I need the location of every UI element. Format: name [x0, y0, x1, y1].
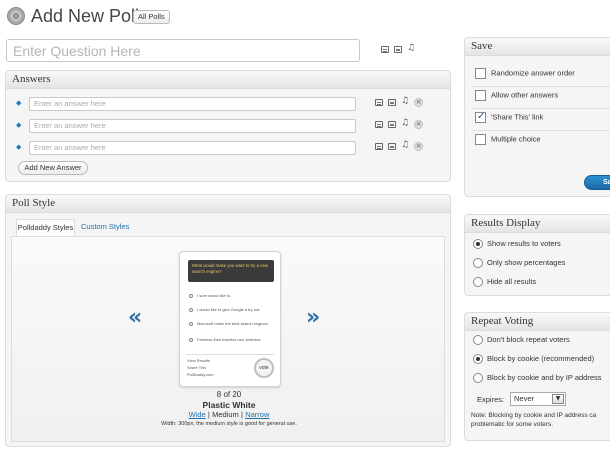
- dont-block-radio[interactable]: [473, 335, 483, 346]
- chevron-down-icon: ▼: [552, 394, 564, 404]
- repeat-voting-note: Note: Blocking by cookie and IP address …: [471, 412, 597, 428]
- drag-handle-icon[interactable]: ◆: [16, 121, 21, 129]
- add-image-icon[interactable]: [388, 143, 396, 151]
- add-image-icon[interactable]: [394, 46, 402, 54]
- add-audio-icon[interactable]: [401, 96, 409, 106]
- next-style-arrow[interactable]: »: [306, 305, 320, 330]
- repeat-none-option[interactable]: Don't block repeat voters: [473, 335, 570, 346]
- style-counter: 8 of 20: [216, 390, 242, 399]
- all-polls-button[interactable]: All Polls: [133, 10, 170, 24]
- results-hide-option[interactable]: Hide all results: [473, 277, 536, 288]
- show-results-radio[interactable]: [473, 239, 483, 250]
- question-media-icons: [381, 43, 420, 54]
- randomize-checkbox[interactable]: [475, 68, 486, 79]
- poll-style-title: Poll Style: [6, 195, 450, 213]
- add-text-icon[interactable]: [375, 99, 383, 107]
- size-wide-link[interactable]: Wide: [189, 410, 206, 419]
- style-width-note: Width: 300px, the medium style is good f…: [161, 421, 297, 427]
- answer-input-2[interactable]: Enter an answer here: [29, 119, 356, 133]
- size-medium-label: Medium: [212, 410, 239, 419]
- multiple-choice-checkbox[interactable]: [475, 134, 486, 145]
- repeat-cookie-option[interactable]: Block by cookie (recommended): [473, 354, 594, 365]
- delete-answer-icon[interactable]: ×: [414, 98, 423, 108]
- only-percent-radio[interactable]: [473, 258, 483, 269]
- block-cookie-radio[interactable]: [473, 354, 483, 365]
- answer-icons: ×: [375, 140, 423, 152]
- add-text-icon[interactable]: [375, 143, 383, 151]
- preview-share-this: Share This: [187, 365, 207, 370]
- preview-option: Microsoft make the best search engines.: [189, 321, 269, 326]
- delete-answer-icon[interactable]: ×: [414, 120, 423, 130]
- style-preview-area: « » What would make you want to try a ne…: [11, 236, 445, 442]
- preview-question: What would make you want to try a new se…: [188, 260, 274, 282]
- option-allow-other[interactable]: Allow other answers: [475, 90, 558, 104]
- drag-handle-icon[interactable]: ◆: [16, 143, 21, 151]
- expires-label: Expires:: [477, 395, 505, 404]
- style-size-links: Wide | Medium | Narrow: [188, 410, 270, 419]
- preview-vote-button: vote: [254, 358, 274, 378]
- add-audio-icon[interactable]: [407, 43, 415, 53]
- results-show-option[interactable]: Show results to voters: [473, 239, 561, 250]
- option-randomize[interactable]: Randomize answer order: [475, 68, 575, 82]
- polldaddy-logo-icon: [7, 7, 25, 25]
- expires-select[interactable]: Never ▼: [510, 392, 566, 406]
- add-audio-icon[interactable]: [401, 140, 409, 150]
- size-narrow-link[interactable]: Narrow: [245, 410, 269, 419]
- save-panel: Save Randomize answer order Allow other …: [464, 37, 610, 197]
- preview-view-results: View Results: [187, 358, 211, 363]
- answers-title: Answers: [6, 71, 450, 89]
- tab-polldaddy-styles[interactable]: Polldaddy Styles: [16, 219, 75, 236]
- results-display-panel: Results Display Show results to voters O…: [464, 214, 610, 296]
- poll-style-panel: Poll Style Polldaddy Styles Custom Style…: [5, 194, 451, 447]
- repeat-voting-panel: Repeat Voting Don't block repeat voters …: [464, 312, 610, 441]
- repeat-cookie-ip-option[interactable]: Block by cookie and by IP address: [473, 373, 602, 384]
- option-multiple-choice[interactable]: Multiple choice: [475, 134, 541, 148]
- page-title: Add New Poll: [31, 6, 140, 26]
- preview-option: Fearless their insertus neo detectus.: [189, 337, 261, 342]
- style-name: Plastic White: [202, 400, 256, 410]
- allow-other-checkbox[interactable]: [475, 90, 486, 101]
- add-answer-button[interactable]: Add New Answer: [18, 161, 88, 175]
- option-share-this[interactable]: 'Share This' link: [475, 111, 543, 126]
- tab-custom-styles[interactable]: Custom Styles: [81, 219, 129, 235]
- results-percent-option[interactable]: Only show percentages: [473, 258, 565, 269]
- prev-style-arrow[interactable]: «: [128, 305, 142, 330]
- add-text-icon[interactable]: [381, 46, 389, 54]
- answer-input-1[interactable]: Enter an answer here: [29, 97, 356, 111]
- preview-option: I would like to give Google a try out.: [189, 307, 260, 312]
- results-display-title: Results Display: [465, 215, 610, 233]
- delete-answer-icon[interactable]: ×: [414, 142, 423, 152]
- add-text-icon[interactable]: [375, 121, 383, 129]
- preview-polldaddy-link: PollDaddy.com: [187, 372, 214, 377]
- answers-panel: Answers ◆ Enter an answer here × ◆ Enter…: [5, 70, 451, 182]
- poll-style-preview: What would make you want to try a new se…: [179, 251, 281, 387]
- hide-results-radio[interactable]: [473, 277, 483, 288]
- answer-icons: ×: [375, 96, 423, 108]
- share-this-checkbox[interactable]: [475, 111, 486, 123]
- save-button[interactable]: Sa: [584, 175, 610, 190]
- add-audio-icon[interactable]: [401, 118, 409, 128]
- add-image-icon[interactable]: [388, 99, 396, 107]
- preview-option: I sure would like to.: [189, 293, 231, 298]
- drag-handle-icon[interactable]: ◆: [16, 99, 21, 107]
- block-cookie-ip-radio[interactable]: [473, 373, 483, 384]
- question-input[interactable]: Enter Question Here: [6, 39, 360, 62]
- repeat-voting-title: Repeat Voting: [465, 313, 610, 331]
- answer-icons: ×: [375, 118, 423, 130]
- answer-input-3[interactable]: Enter an answer here: [29, 141, 356, 155]
- add-image-icon[interactable]: [388, 121, 396, 129]
- save-title: Save: [465, 38, 610, 56]
